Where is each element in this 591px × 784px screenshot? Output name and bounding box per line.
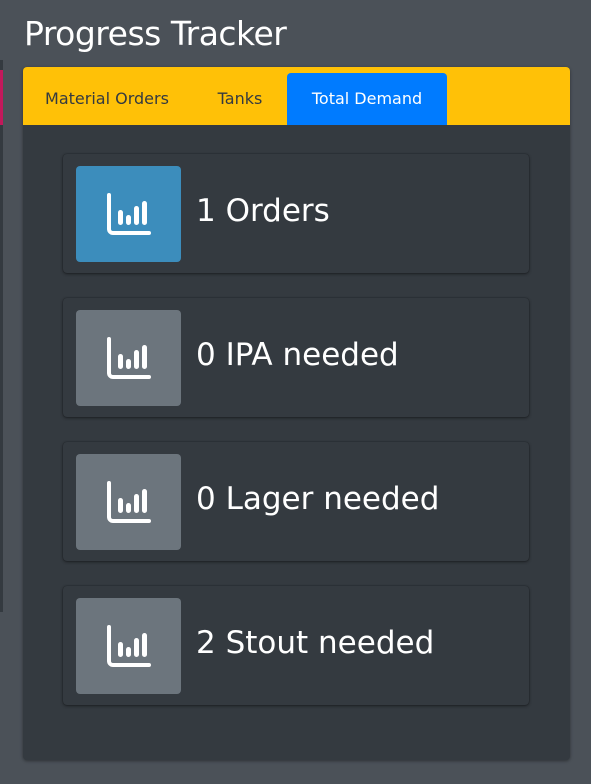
tab-total-demand[interactable]: Total Demand <box>287 73 447 125</box>
info-box-text: 1 Orders <box>196 193 330 229</box>
info-box-icon-container <box>76 454 181 550</box>
tab-tanks[interactable]: Tanks <box>197 73 283 125</box>
card-header-tabs: Material Orders Tanks Total Demand <box>23 67 570 125</box>
sidebar-edge-accent <box>0 70 3 125</box>
info-box-text: 0 IPA needed <box>196 337 399 373</box>
info-box-icon-container <box>76 166 181 262</box>
info-box-orders: 1 Orders <box>63 154 529 273</box>
bar-chart-icon <box>107 481 151 523</box>
bar-chart-icon <box>107 193 151 235</box>
info-box-lager: 0 Lager needed <box>63 442 529 561</box>
tab-material-orders[interactable]: Material Orders <box>33 73 181 125</box>
info-box-stout: 2 Stout needed <box>63 586 529 705</box>
bar-chart-icon <box>107 625 151 667</box>
sidebar-edge <box>0 60 3 612</box>
info-box-icon-container <box>76 310 181 406</box>
info-box-text: 0 Lager needed <box>196 481 440 517</box>
bar-chart-icon <box>107 337 151 379</box>
info-box-text: 2 Stout needed <box>196 625 435 661</box>
info-box-icon-container <box>76 598 181 694</box>
progress-card: Material Orders Tanks Total Demand 1 Ord… <box>23 67 570 760</box>
page-title: Progress Tracker <box>24 14 287 53</box>
info-box-ipa: 0 IPA needed <box>63 298 529 417</box>
